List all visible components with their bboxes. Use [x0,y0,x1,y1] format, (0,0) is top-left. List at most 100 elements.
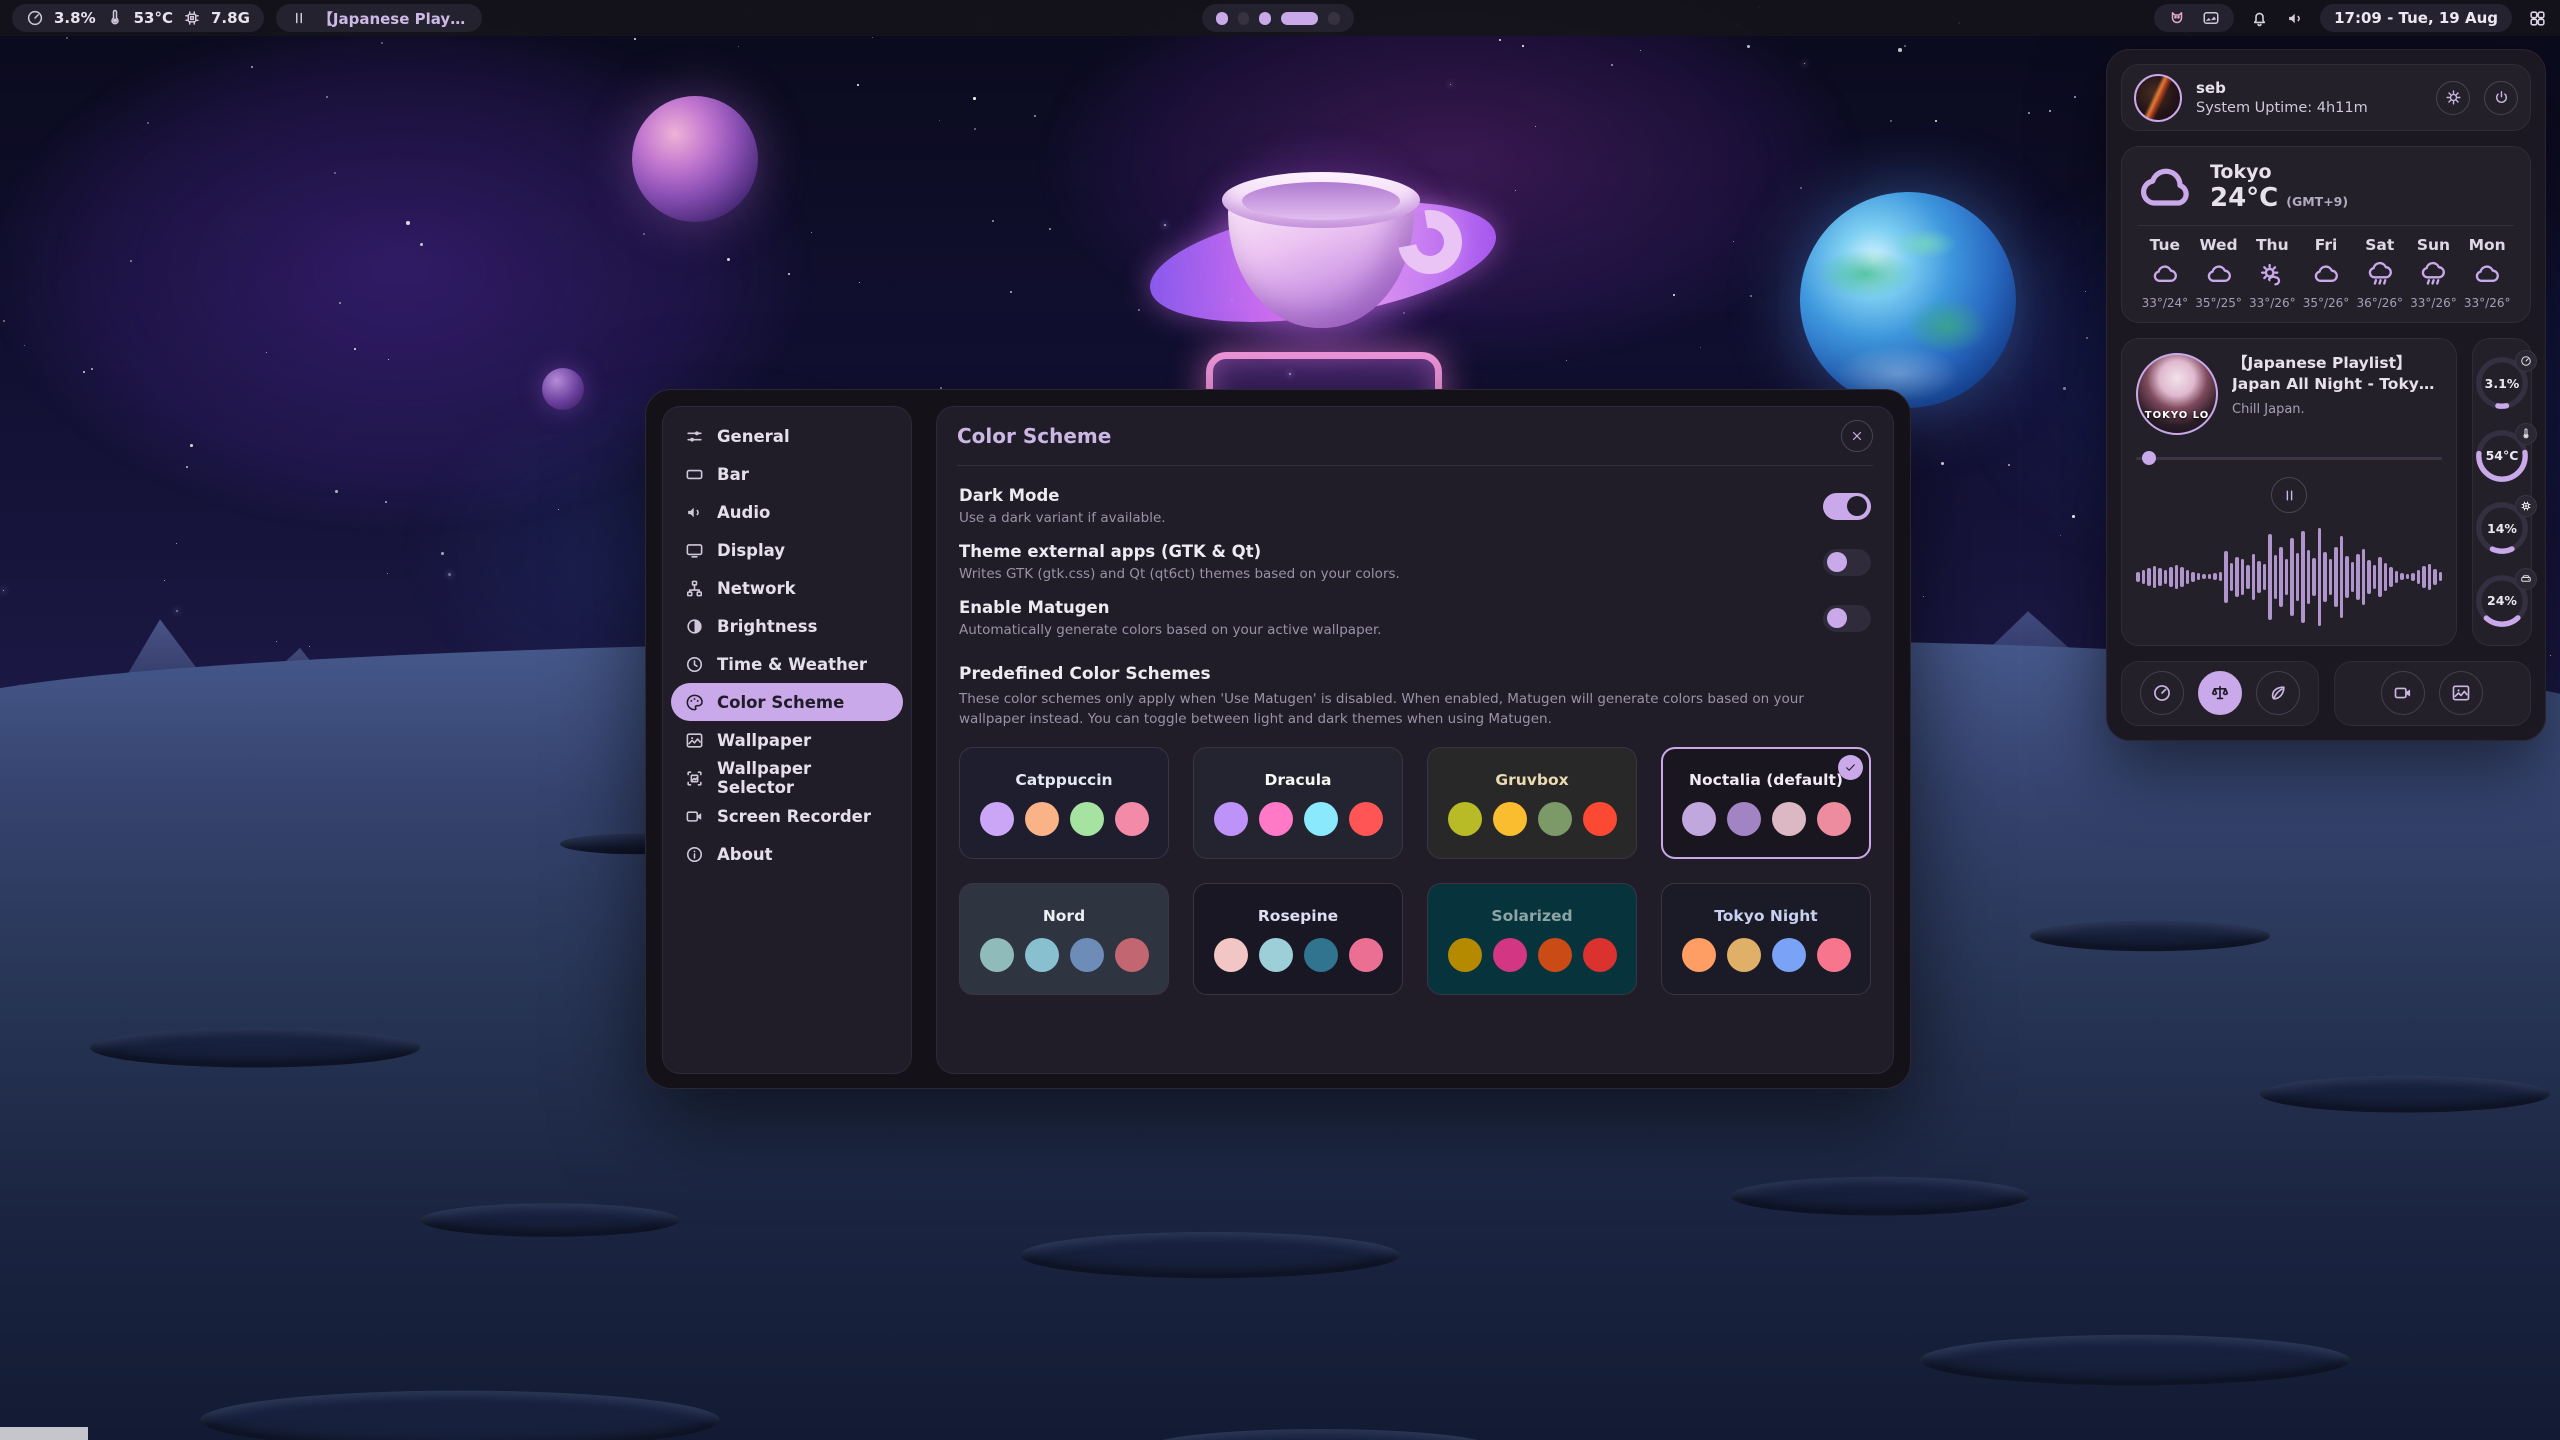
color-dot [1493,938,1527,972]
volume-icon[interactable] [2284,7,2306,29]
notifications-bell-icon[interactable] [2248,7,2270,29]
leaf-button[interactable] [2256,671,2300,715]
visualizer-bar [2279,547,2283,607]
purple-planet [632,96,758,222]
sidebar-item-about[interactable]: About [671,835,903,873]
setting-label: Enable Matugen [959,598,1823,617]
workspace-dot-active[interactable] [1281,12,1319,25]
color-dot [980,938,1014,972]
gauge-button[interactable] [2140,671,2184,715]
sidebar-item-screen-recorder[interactable]: Screen Recorder [671,797,903,835]
visualizer-bar [2136,572,2140,582]
sidebar-item-brightness[interactable]: Brightness [671,607,903,645]
workspace-dot[interactable] [1216,12,1228,25]
setting-row: Enable Matugen Automatically generate col… [959,598,1871,638]
tray-image-icon[interactable] [2202,9,2220,27]
sidebar-item-wallpaper-selector[interactable]: Wallpaper Selector [671,759,903,797]
scheme-card-dracula[interactable]: Dracula [1193,747,1403,859]
visualizer-bar [2290,538,2294,616]
image-button[interactable] [2439,671,2483,715]
sidebar-item-network[interactable]: Network [671,569,903,607]
close-button[interactable] [1841,420,1873,452]
visualizer-bar [2241,559,2245,595]
sidebar-item-bar[interactable]: Bar [671,455,903,493]
scheme-card-rosepine[interactable]: Rosepine [1193,883,1403,995]
workspace-indicator[interactable] [1202,4,1354,32]
sidebar-item-wallpaper[interactable]: Wallpaper [671,721,903,759]
settings-gear-button[interactable] [2436,81,2470,115]
visualizer-bar [2235,557,2239,597]
monitor-icon [685,541,704,560]
color-dot [1682,802,1716,836]
album-art-caption: TOKYO LO [2138,410,2216,421]
workspace-dot[interactable] [1328,12,1340,25]
forecast-temps: 33°/26° [2249,296,2296,310]
pause-button[interactable] [2271,477,2307,513]
sidebar-item-time-weather[interactable]: Time & Weather [671,645,903,683]
media-progress-slider[interactable] [2136,451,2442,465]
visualizer-bar [2406,574,2410,579]
visualizer-bar [2417,570,2421,584]
sidebar-item-general[interactable]: General [671,417,903,455]
slider-knob[interactable] [2142,451,2156,465]
setting-description: Automatically generate colors based on y… [959,622,1823,638]
visualizer-bar [2334,547,2338,607]
divider [2138,225,2514,226]
color-dot [1448,938,1482,972]
visualizer-bar [2340,536,2344,618]
sidebar-item-label: Brightness [717,617,817,636]
scheme-card-noctalia-default-[interactable]: Noctalia (default) [1661,747,1871,859]
sidebar-item-color-scheme[interactable]: Color Scheme [671,683,903,721]
visualizer-bar [2428,564,2432,590]
clock[interactable]: 17:09 - Tue, 19 Aug [2320,4,2512,32]
drive-icon [2515,568,2537,590]
sidebar-item-audio[interactable]: Audio [671,493,903,531]
scheme-card-catppuccin[interactable]: Catppuccin [959,747,1169,859]
color-dot [1214,802,1248,836]
visualizer-bar [2301,531,2305,623]
scales-button[interactable] [2198,671,2242,715]
overview-grid-icon[interactable] [2526,7,2548,29]
network-icon [685,579,704,598]
scheme-card-tokyo-night[interactable]: Tokyo Night [1661,883,1871,995]
sidebar-item-label: Wallpaper [717,731,811,750]
color-dot [1115,938,1149,972]
scheme-card-gruvbox[interactable]: Gruvbox [1427,747,1637,859]
power-button[interactable] [2484,81,2518,115]
sidebar-item-label: About [717,845,773,864]
tray-app-icon[interactable] [2168,9,2186,27]
toggle-switch[interactable] [1823,493,1871,520]
visualizer-bar [2384,563,2388,591]
cloud-icon [2138,165,2194,209]
selected-check-badge [1838,755,1863,780]
system-stats-pill[interactable]: 3.8% 53°C 7.8G [12,4,264,32]
gauge-icon [26,9,44,27]
system-gauge: 14% [2473,499,2531,557]
scheme-card-solarized[interactable]: Solarized [1427,883,1637,995]
scheme-name: Tokyo Night [1714,907,1817,925]
visualizer-bar [2230,563,2234,591]
color-dot [1259,938,1293,972]
scheme-color-dots [1214,802,1383,836]
workspace-dot[interactable] [1259,12,1271,25]
pause-icon [290,9,308,27]
media-pill[interactable]: 【Japanese Playlist】 J... [276,4,482,32]
visualizer-bar [2312,558,2316,596]
visualizer-bar [2323,552,2327,602]
scheme-card-nord[interactable]: Nord [959,883,1169,995]
forecast-day: Fri35°/26° [2299,236,2353,310]
setting-row: Theme external apps (GTK & Qt)Writes GTK… [959,542,1871,582]
workspace-dot[interactable] [1238,12,1250,25]
visualizer-bar [2422,566,2426,588]
video-button[interactable] [2381,671,2425,715]
system-tray[interactable] [2154,4,2234,32]
toggle-switch[interactable] [1823,605,1871,632]
avatar [2134,74,2182,122]
user-card: seb System Uptime: 4h11m [2121,64,2531,131]
color-dot [1817,938,1851,972]
side-panel: seb System Uptime: 4h11m Tokyo 24°C (GMT… [2106,49,2546,741]
visualizer-bar [2142,570,2146,584]
toggle-switch[interactable] [1823,549,1871,576]
media-pill-title: 【Japanese Playlist】 J... [318,8,468,29]
sidebar-item-display[interactable]: Display [671,531,903,569]
